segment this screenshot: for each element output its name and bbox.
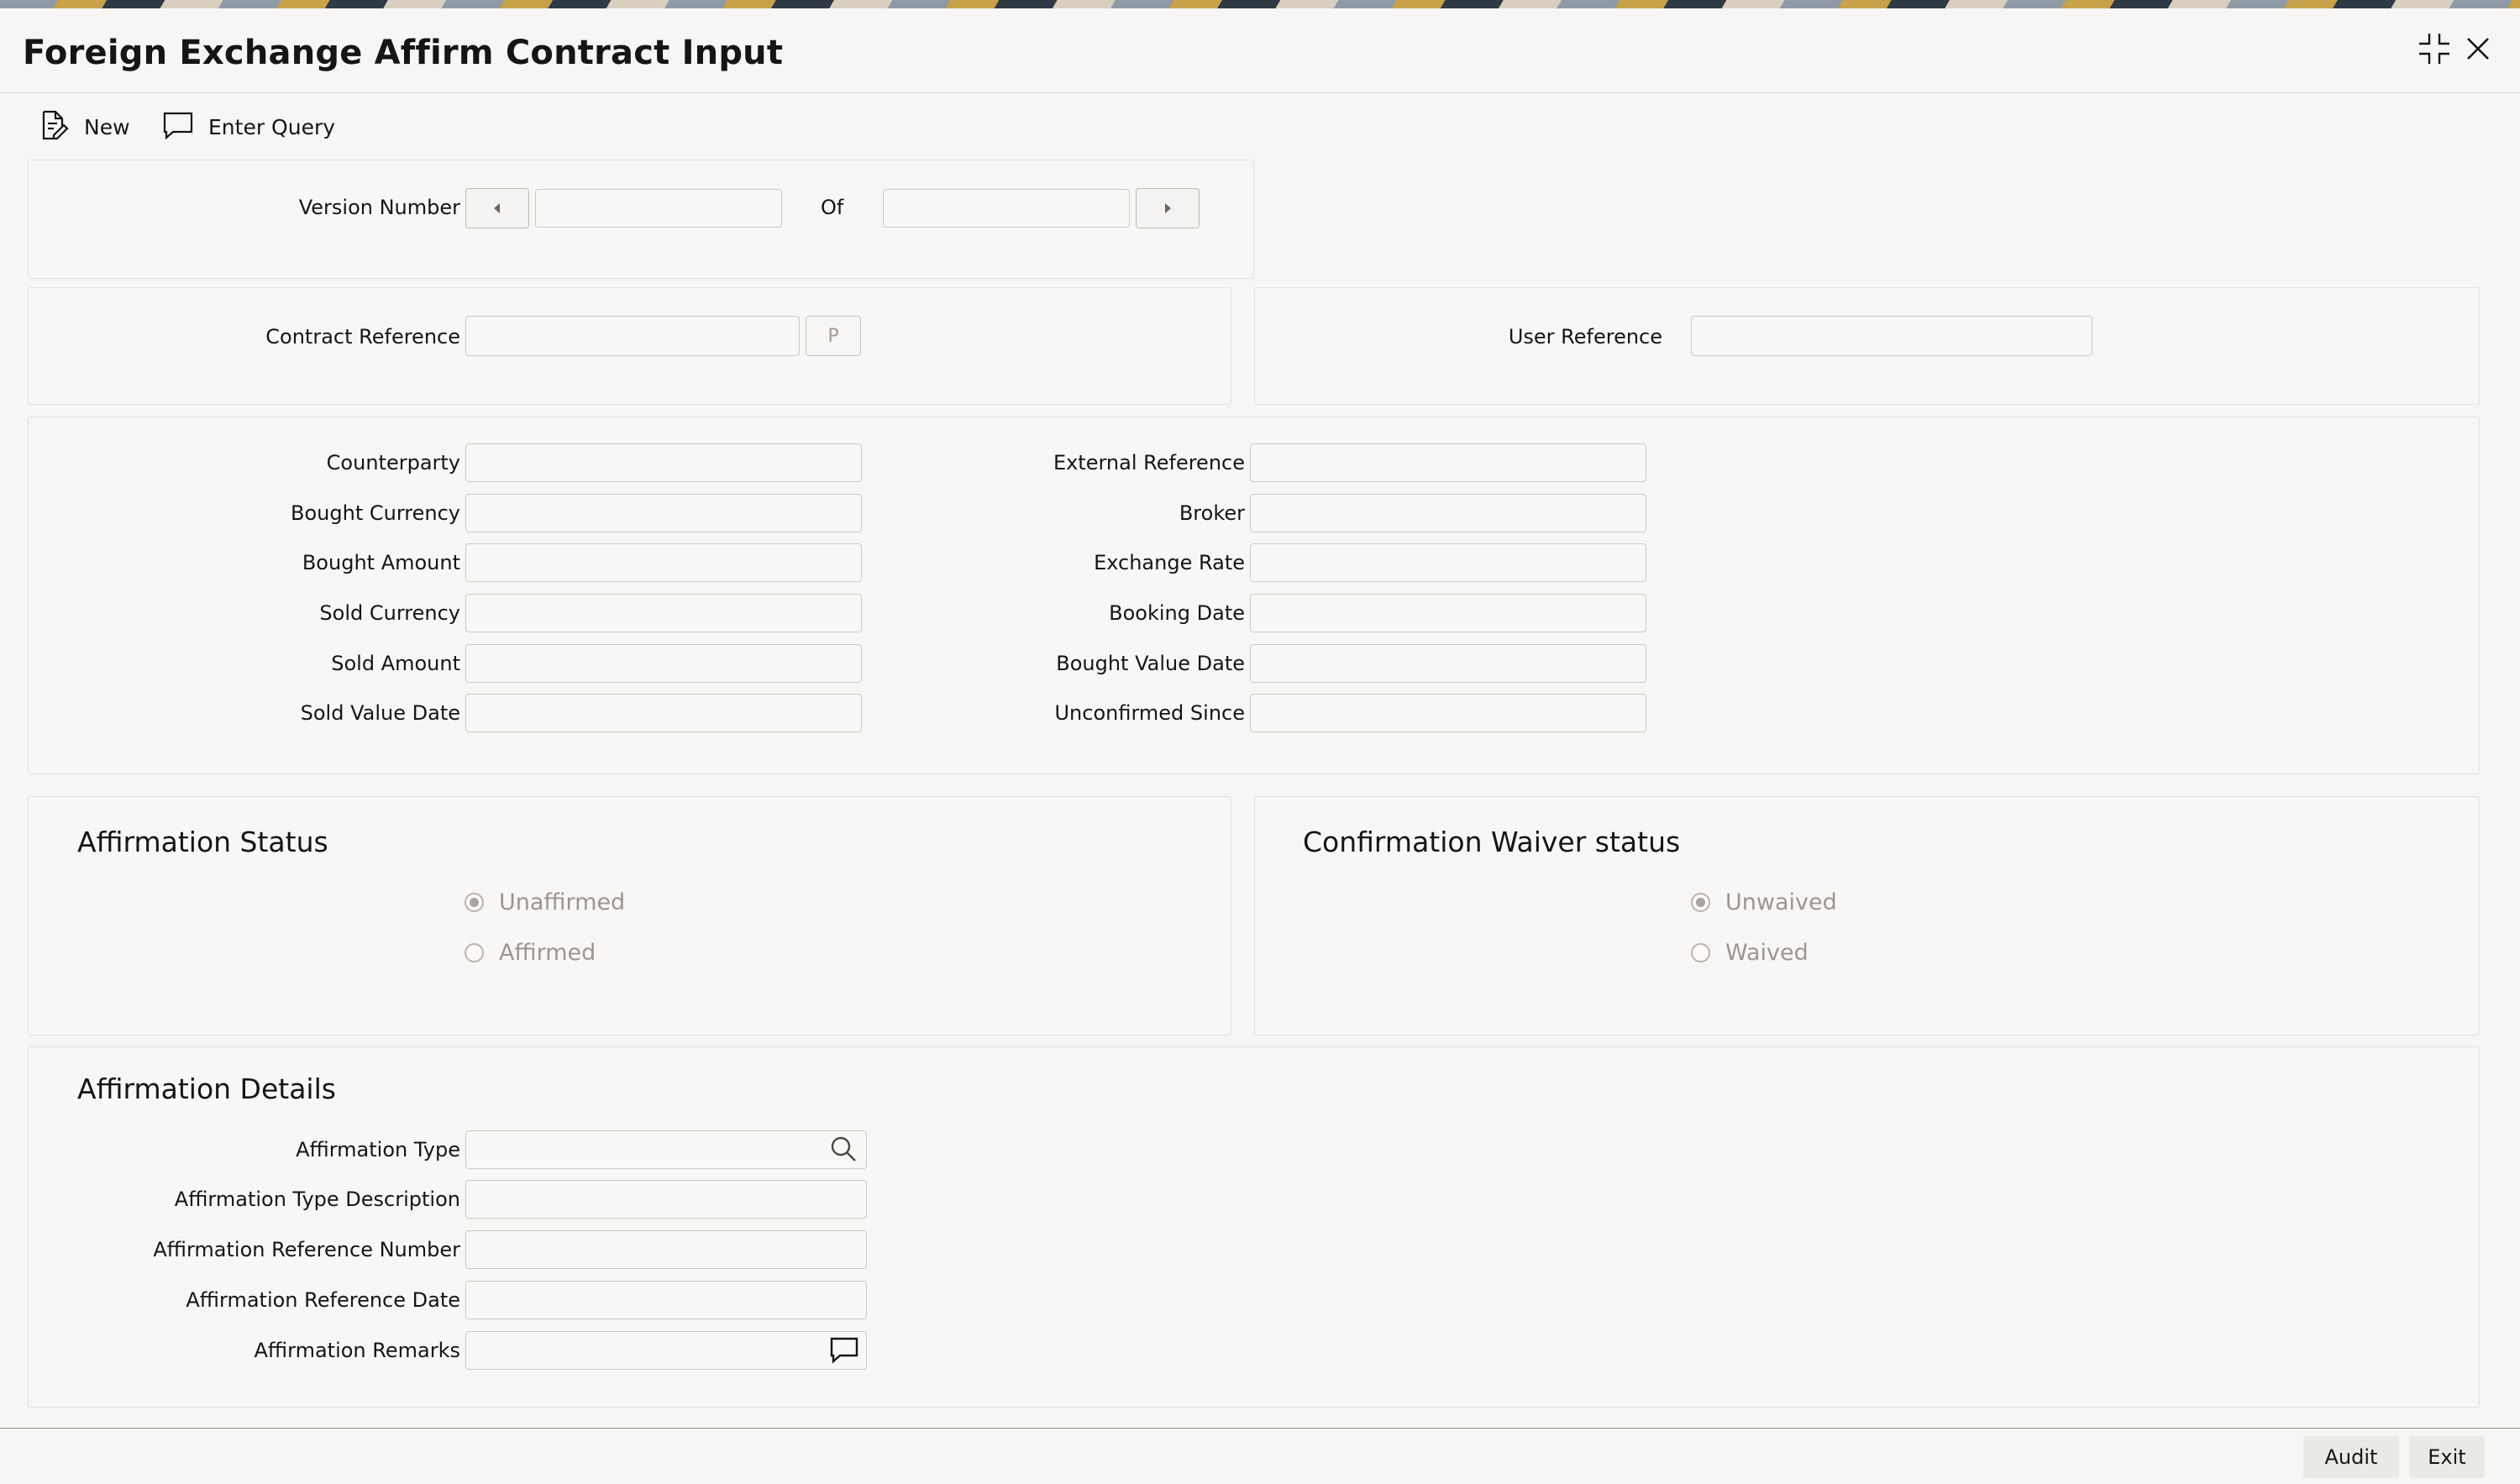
- counterparty-field[interactable]: [465, 443, 862, 482]
- booking-date-field[interactable]: [1250, 594, 1646, 632]
- of-label: Of: [821, 196, 844, 219]
- version-current-field[interactable]: [535, 189, 782, 228]
- affirmation-status-panel: Affirmation Status Unaffirmed Affirmed: [28, 796, 1231, 1036]
- sold-currency-label: Sold Currency: [319, 601, 460, 625]
- radio-unwaived[interactable]: Unwaived: [1691, 889, 1837, 915]
- contract-reference-field[interactable]: [465, 316, 800, 356]
- contract-reference-label: Contract Reference: [265, 325, 460, 349]
- counterparty-label: Counterparty: [326, 451, 460, 475]
- new-document-icon: [37, 108, 71, 145]
- sold-value-date-field[interactable]: [465, 694, 862, 732]
- affirmation-details-panel: Affirmation Details Affirmation Type Aff…: [28, 1046, 2480, 1408]
- title-bar: Foreign Exchange Affirm Contract Input: [0, 8, 2520, 92]
- unconfirmed-since-field[interactable]: [1250, 694, 1646, 732]
- unconfirmed-since-label: Unconfirmed Since: [1054, 701, 1245, 725]
- query-bubble-icon: [161, 108, 195, 145]
- radio-waived[interactable]: Waived: [1691, 940, 1809, 966]
- broker-label: Broker: [1179, 501, 1245, 525]
- audit-button[interactable]: Audit: [2303, 1436, 2399, 1478]
- sold-amount-label: Sold Amount: [331, 652, 460, 675]
- affirmation-reference-number-label: Affirmation Reference Number: [153, 1238, 460, 1261]
- affirmation-type-label: Affirmation Type: [296, 1138, 460, 1162]
- enter-query-button[interactable]: Enter Query: [161, 107, 335, 146]
- title-divider: [0, 92, 2520, 93]
- exchange-rate-field[interactable]: [1250, 543, 1646, 582]
- radio-selected-indicator: [465, 893, 484, 912]
- sold-currency-field[interactable]: [465, 594, 862, 632]
- bought-currency-label: Bought Currency: [291, 501, 460, 525]
- affirmation-reference-number-field[interactable]: [465, 1230, 867, 1269]
- right-arrow-icon: [1165, 203, 1171, 213]
- bought-value-date-field[interactable]: [1250, 644, 1646, 683]
- search-icon[interactable]: [827, 1132, 860, 1166]
- radio-indicator: [465, 943, 484, 962]
- sold-amount-field[interactable]: [465, 644, 862, 683]
- external-reference-field[interactable]: [1250, 443, 1646, 482]
- broker-field[interactable]: [1250, 494, 1646, 532]
- sold-value-date-label: Sold Value Date: [300, 701, 460, 725]
- p-button[interactable]: P: [806, 316, 861, 356]
- contract-details-panel: Counterparty Bought Currency Bought Amou…: [28, 417, 2480, 774]
- external-reference-label: External Reference: [1053, 451, 1245, 475]
- version-panel: Version Number Of: [28, 160, 1254, 279]
- decorative-banner: [0, 0, 2520, 8]
- comment-icon[interactable]: [827, 1333, 861, 1366]
- bought-amount-label: Bought Amount: [302, 551, 460, 574]
- affirmation-reference-date-field[interactable]: [465, 1281, 867, 1319]
- bought-currency-field[interactable]: [465, 494, 862, 532]
- radio-unaffirmed[interactable]: Unaffirmed: [465, 889, 625, 915]
- affirmation-remarks-field[interactable]: [465, 1331, 867, 1370]
- minimize-arrows-icon[interactable]: [2416, 30, 2453, 67]
- exit-button[interactable]: Exit: [2409, 1436, 2485, 1478]
- confirmation-waiver-panel: Confirmation Waiver status Unwaived Waiv…: [1254, 796, 2480, 1036]
- new-label: New: [84, 114, 130, 139]
- footer-divider: [0, 1428, 2520, 1429]
- enter-query-label: Enter Query: [208, 114, 336, 139]
- affirmed-label: Affirmed: [499, 940, 596, 966]
- bought-value-date-label: Bought Value Date: [1056, 652, 1245, 675]
- user-reference-field[interactable]: [1691, 316, 2092, 356]
- previous-version-button[interactable]: [465, 188, 529, 228]
- radio-indicator: [1691, 943, 1710, 962]
- close-icon[interactable]: [2460, 30, 2496, 67]
- unaffirmed-label: Unaffirmed: [499, 889, 626, 915]
- bought-amount-field[interactable]: [465, 543, 862, 582]
- confirmation-waiver-title: Confirmation Waiver status: [1303, 826, 1681, 858]
- affirmation-details-title: Affirmation Details: [77, 1072, 336, 1105]
- new-button[interactable]: New: [37, 107, 130, 146]
- next-version-button[interactable]: [1136, 188, 1200, 228]
- affirmation-type-description-label: Affirmation Type Description: [174, 1188, 460, 1211]
- exchange-rate-label: Exchange Rate: [1094, 551, 1245, 574]
- waived-label: Waived: [1725, 940, 1809, 966]
- radio-affirmed[interactable]: Affirmed: [465, 940, 596, 966]
- contract-reference-panel: Contract Reference P: [28, 287, 1231, 405]
- affirmation-type-description-field[interactable]: [465, 1180, 867, 1219]
- affirmation-type-field[interactable]: [465, 1130, 867, 1169]
- user-reference-panel: User Reference: [1254, 287, 2480, 405]
- affirmation-reference-date-label: Affirmation Reference Date: [186, 1288, 460, 1312]
- unwaived-label: Unwaived: [1725, 889, 1837, 915]
- version-number-label: Version Number: [298, 196, 460, 219]
- version-total-field[interactable]: [883, 189, 1130, 228]
- affirmation-status-title: Affirmation Status: [77, 826, 328, 858]
- left-arrow-icon: [494, 203, 500, 213]
- booking-date-label: Booking Date: [1109, 601, 1245, 625]
- user-reference-label: User Reference: [1508, 325, 1662, 349]
- radio-selected-indicator: [1691, 893, 1710, 912]
- affirmation-remarks-label: Affirmation Remarks: [254, 1339, 460, 1362]
- page-title: Foreign Exchange Affirm Contract Input: [23, 34, 784, 72]
